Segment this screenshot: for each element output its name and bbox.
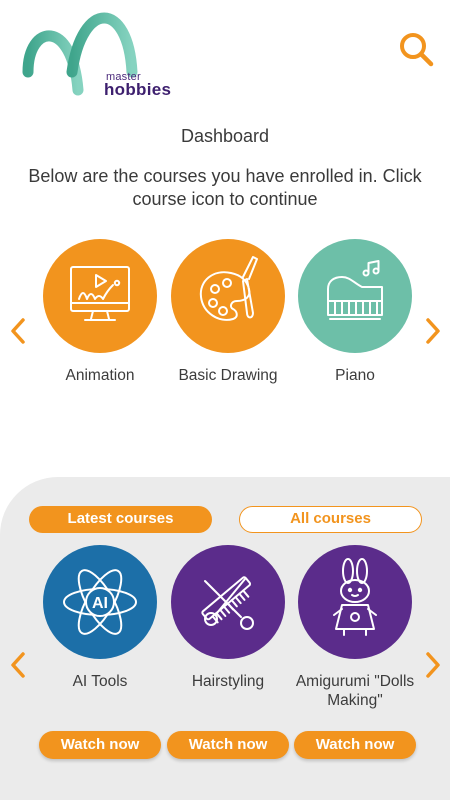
- course-label: Amigurumi "Dolls Making": [295, 673, 415, 709]
- watch-now-button-hairstyling[interactable]: Watch now: [167, 731, 289, 759]
- enrolled-next-arrow[interactable]: [421, 316, 445, 346]
- chevron-left-icon: [11, 652, 25, 678]
- course-label: AI Tools: [72, 673, 128, 690]
- ai-atom-icon: AI: [63, 569, 137, 635]
- course-label: Hairstyling: [191, 673, 265, 690]
- dashboard-intro-text: Below are the courses you have enrolled …: [28, 166, 422, 209]
- course-icon-button[interactable]: [43, 239, 157, 353]
- chevron-left-icon: [11, 318, 25, 344]
- chevron-right-icon: [426, 652, 440, 678]
- app-header: master hobbies: [0, 0, 450, 110]
- course-card-ai-tools[interactable]: AI AI Tools: [35, 545, 165, 691]
- enrolled-prev-arrow[interactable]: [6, 316, 30, 346]
- watch-now-button-ai-tools[interactable]: Watch now: [39, 731, 161, 759]
- course-label: Animation: [65, 367, 135, 384]
- course-card-hairstyling[interactable]: Hairstyling: [163, 545, 293, 691]
- chevron-right-icon: [426, 318, 440, 344]
- scissors-comb-icon: [201, 576, 254, 630]
- course-icon-button[interactable]: [171, 239, 285, 353]
- page-title: Dashboard: [180, 126, 270, 146]
- tab-all-courses[interactable]: All courses: [239, 506, 422, 533]
- course-icon-button[interactable]: [171, 545, 285, 659]
- animation-monitor-icon: [70, 266, 130, 321]
- search-icon: [400, 33, 434, 67]
- search-button[interactable]: [394, 28, 438, 72]
- course-icon-button[interactable]: [298, 239, 412, 353]
- course-icon-button[interactable]: AI: [43, 545, 157, 659]
- piano-icon: [327, 260, 383, 320]
- course-card-basic-drawing[interactable]: Basic Drawing: [163, 239, 293, 385]
- latest-prev-arrow[interactable]: [6, 650, 30, 680]
- bunny-doll-icon: [333, 558, 377, 636]
- course-label: Piano: [335, 367, 375, 384]
- logo-text-hobbies: hobbies: [104, 80, 172, 99]
- course-label: Basic Drawing: [178, 367, 278, 384]
- palette-brush-icon: [199, 256, 258, 321]
- course-card-amigurumi[interactable]: Amigurumi "Dolls Making": [290, 545, 420, 710]
- tab-latest-courses[interactable]: Latest courses: [29, 506, 212, 533]
- latest-next-arrow[interactable]: [421, 650, 445, 680]
- course-card-animation[interactable]: Animation: [35, 239, 165, 385]
- course-card-piano[interactable]: Piano: [290, 239, 420, 385]
- course-icon-button[interactable]: [298, 545, 412, 659]
- master-hobbies-logo[interactable]: master hobbies: [20, 6, 171, 99]
- svg-text:AI: AI: [92, 595, 108, 612]
- watch-now-button-amigurumi[interactable]: Watch now: [294, 731, 416, 759]
